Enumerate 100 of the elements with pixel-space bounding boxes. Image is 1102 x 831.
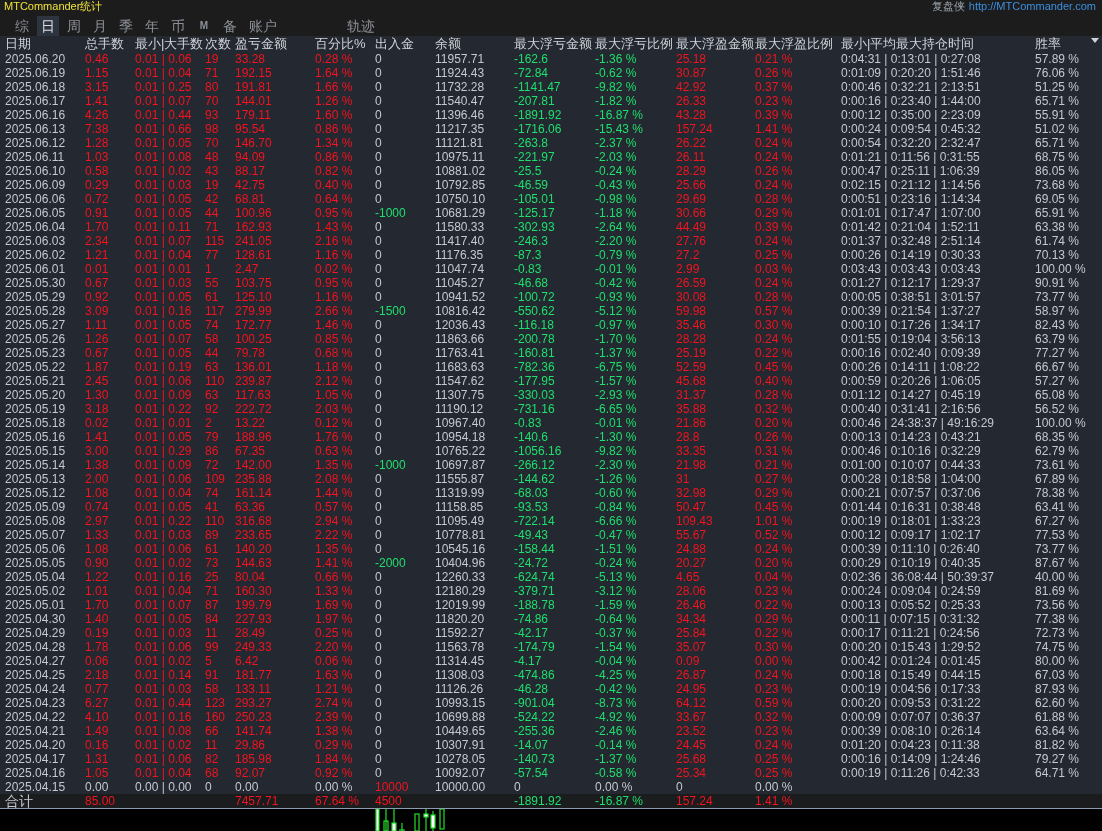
table-cell-text: 11158.85 xyxy=(435,500,485,514)
table-cell-text: 62.60 % xyxy=(1035,696,1081,710)
column-header[interactable]: 出入金 xyxy=(375,36,435,52)
table-cell-text: 0:00:26 | 0:14:19 | 0:30:33 xyxy=(841,248,982,262)
table-cell-text: 26.33 xyxy=(676,94,708,108)
table-cell-text: 98 xyxy=(205,122,220,136)
column-header[interactable]: 总手数 xyxy=(85,36,135,52)
table-cell-text: 67.35 xyxy=(235,444,267,458)
table-cell-text: 185.98 xyxy=(235,752,273,766)
table-cell-text: -1.37 % xyxy=(595,346,638,360)
table-cell-text: 34.34 xyxy=(676,612,708,626)
table-cell-text: -1.57 % xyxy=(595,374,638,388)
column-header[interactable]: 最小|大手数 xyxy=(135,36,205,52)
tab[interactable]: 综 xyxy=(11,16,33,36)
column-header[interactable]: 次数 xyxy=(205,36,235,52)
table-cell-text: 2025.04.23 xyxy=(5,696,67,710)
table-cell-text: -93.53 xyxy=(514,500,550,514)
table-cell-text: -1.18 % xyxy=(595,206,638,220)
column-header[interactable]: 最大浮亏金额 xyxy=(514,36,595,52)
tab[interactable]: 币 xyxy=(167,16,189,36)
table-cell-text: 0 xyxy=(375,626,383,640)
table-cell-text: 0.16 xyxy=(85,738,110,752)
total-cell-text: -1891.92 xyxy=(514,794,563,808)
column-header[interactable]: 最小|平均最大持仓时间 xyxy=(841,36,1035,52)
table-cell-text: 51.02 % xyxy=(1035,122,1081,136)
table-cell-text: 0 xyxy=(375,752,383,766)
column-header[interactable]: 胜率 xyxy=(1035,36,1102,52)
table-cell-text: 0 xyxy=(375,738,383,752)
table-cell-text: 0:01:01 | 0:17:47 | 1:07:00 xyxy=(841,206,982,220)
tab[interactable]: M xyxy=(193,16,215,36)
tab[interactable]: 季 xyxy=(115,16,137,36)
column-header[interactable]: 百分比% xyxy=(315,36,375,52)
table-cell-text: 110 xyxy=(205,514,226,528)
website-link[interactable]: http://MTCommander.com xyxy=(968,0,1096,13)
table-cell-text: 30.87 xyxy=(676,66,708,80)
table-cell-text: 2025.06.17 xyxy=(5,94,67,108)
table-cell-text: -0.97 % xyxy=(595,318,638,332)
table-cell-text: 0.30 % xyxy=(755,318,794,332)
table-cell-text: 2025.06.16 xyxy=(5,108,67,122)
table-cell-text: 73.56 % xyxy=(1035,598,1081,612)
table-cell-text: 0 xyxy=(375,766,383,780)
table-cell-text: 55.67 xyxy=(676,528,708,542)
table-cell-text: -0.93 % xyxy=(595,290,638,304)
column-header[interactable]: 日期 xyxy=(5,36,85,52)
table-cell-text: -2.46 % xyxy=(595,724,638,738)
tab[interactable]: 日 xyxy=(37,16,59,36)
table-cell-text: 50.47 xyxy=(676,500,708,514)
table-cell-text: 0.45 % xyxy=(755,360,794,374)
table-cell-text: 250.23 xyxy=(235,710,273,724)
table-cell-text: 0.01 | 0.14 xyxy=(135,668,193,682)
table-cell-text: 1.46 % xyxy=(315,318,354,332)
column-header[interactable]: 最大浮亏比例 xyxy=(595,36,676,52)
table-cell-text: 172.77 xyxy=(235,318,273,332)
table-cell-text: 0.12 % xyxy=(315,416,354,430)
table-cell-text: 11396.46 xyxy=(435,108,486,122)
table-cell-text: 19 xyxy=(205,178,220,192)
table-cell-text: 72 xyxy=(205,458,220,472)
tab[interactable]: 备 xyxy=(219,16,241,36)
table-cell-text: -0.24 % xyxy=(595,556,638,570)
table-cell-text: 1.16 % xyxy=(315,248,354,262)
table-cell-text: 66.67 % xyxy=(1035,360,1081,374)
column-header[interactable]: 最大浮盈金额 xyxy=(676,36,755,52)
table-cell-text: 10765.22 xyxy=(435,444,487,458)
total-label: 合计 xyxy=(5,794,34,808)
table-cell-text: -74.86 xyxy=(514,612,550,626)
tab[interactable]: 周 xyxy=(63,16,85,36)
table-cell-text: 0.04 % xyxy=(755,570,794,584)
tab[interactable]: 轨迹 xyxy=(343,16,379,36)
table-cell-text: 1.66 % xyxy=(315,80,354,94)
column-header[interactable]: 最大浮盈比例 xyxy=(755,36,841,52)
tab[interactable]: 账户 xyxy=(245,16,281,36)
tab[interactable]: 月 xyxy=(89,16,111,36)
table-cell-text: 0:00:16 | 0:23:40 | 1:44:00 xyxy=(841,94,982,108)
column-header[interactable]: 盈亏金额 xyxy=(235,36,315,52)
table-cell-text: -24.72 xyxy=(514,556,550,570)
table-cell-text: 73.61 % xyxy=(1035,458,1081,472)
table-cell-text: 77.38 % xyxy=(1035,612,1081,626)
table-cell-text: 0.95 % xyxy=(315,276,354,290)
table-cell-text: -158.44 xyxy=(514,542,556,556)
column-header[interactable]: 余额 xyxy=(435,36,514,52)
tab[interactable]: 年 xyxy=(141,16,163,36)
table-cell-text: -2.03 % xyxy=(595,150,638,164)
table-cell-text: 2025.05.09 xyxy=(5,500,67,514)
table-cell-text: 11190.12 xyxy=(435,402,485,416)
table-cell-text: -140.6 xyxy=(514,430,550,444)
table-cell-text: 0.01 | 0.06 xyxy=(135,752,193,766)
table-cell-text: 0:01:42 | 0:21:04 | 1:52:11 xyxy=(841,220,981,234)
table-cell-text: 0 xyxy=(375,192,383,206)
table-cell-text: 67.03 % xyxy=(1035,668,1081,682)
table-cell-text: -0.24 % xyxy=(595,164,638,178)
table-cell-text: 10278.05 xyxy=(435,752,487,766)
scroll-arrow-icon[interactable] xyxy=(1091,38,1099,43)
table-cell-text: -624.74 xyxy=(514,570,556,584)
table-cell-text: 0:02:15 | 0:21:12 | 1:14:56 xyxy=(841,178,982,192)
table-cell-text: 0 xyxy=(375,710,383,724)
table-cell-text: 2025.05.23 xyxy=(5,346,67,360)
table-cell-text: 0.92 % xyxy=(315,766,354,780)
table-cell-text: 11 xyxy=(205,738,219,752)
table-cell-text: 125.10 xyxy=(235,290,273,304)
table-cell-text: -246.3 xyxy=(514,234,550,248)
